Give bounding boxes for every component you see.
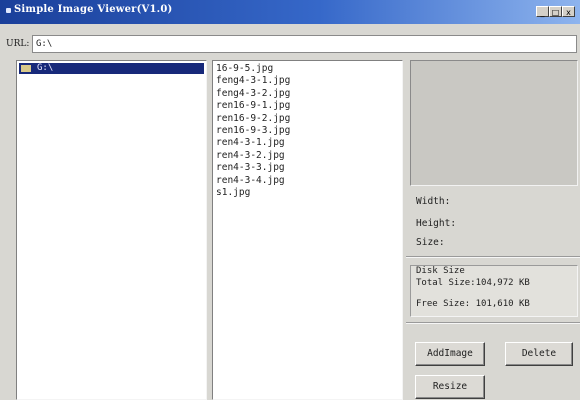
disk-size-group: Disk Size Total Size:104,972 KB Free Siz… <box>410 265 578 317</box>
list-item[interactable]: ren16-9-3.jpg <box>216 125 402 137</box>
url-row: URL: <box>0 32 580 54</box>
list-item[interactable]: feng4-3-1.jpg <box>216 75 402 87</box>
close-button[interactable]: x <box>562 6 575 17</box>
list-item[interactable]: s1.jpg <box>216 187 402 199</box>
minimize-button[interactable]: _ <box>536 6 549 17</box>
list-item[interactable]: ren4-3-4.jpg <box>216 175 402 187</box>
total-size-value: 104,972 KB <box>475 278 530 288</box>
image-preview <box>410 60 578 186</box>
list-item[interactable]: 16-9-5.jpg <box>216 63 402 75</box>
divider <box>406 322 580 324</box>
list-item[interactable]: ren4-3-3.jpg <box>216 162 402 174</box>
url-label: URL: <box>6 39 30 49</box>
total-size-row: Total Size:104,972 KB <box>416 278 530 288</box>
app-icon <box>6 8 11 13</box>
list-item[interactable]: feng4-3-2.jpg <box>216 88 402 100</box>
height-label: Height: <box>416 218 457 229</box>
resize-button[interactable]: Resize <box>415 375 485 399</box>
size-label: Size: <box>416 237 445 248</box>
window-title: Simple Image Viewer(V1.0) <box>14 4 173 15</box>
file-list[interactable]: 16-9-5.jpg feng4-3-1.jpg feng4-3-2.jpg r… <box>212 60 403 400</box>
free-size-value: 101,610 KB <box>475 299 530 309</box>
folder-icon <box>21 65 31 72</box>
disk-size-title: Disk Size <box>416 266 465 276</box>
tree-item-drive[interactable]: G:\ <box>19 63 204 74</box>
file-list-items: 16-9-5.jpg feng4-3-1.jpg feng4-3-2.jpg r… <box>213 61 402 199</box>
tree-item-label: G:\ <box>37 63 54 73</box>
delete-button[interactable]: Delete <box>505 342 573 366</box>
folder-tree[interactable]: G:\ <box>16 60 207 400</box>
title-bar: Simple Image Viewer(V1.0) _ □ x <box>0 0 580 24</box>
free-size-row: Free Size: 101,610 KB <box>416 299 530 309</box>
url-input[interactable] <box>32 35 577 53</box>
total-size-label: Total Size: <box>416 278 476 288</box>
maximize-button[interactable]: □ <box>549 6 562 17</box>
divider <box>406 256 580 258</box>
list-item[interactable]: ren4-3-2.jpg <box>216 150 402 162</box>
width-label: Width: <box>416 196 451 207</box>
add-image-button[interactable]: AddImage <box>415 342 485 366</box>
free-size-label: Free Size: <box>416 299 471 309</box>
list-item[interactable]: ren16-9-2.jpg <box>216 113 402 125</box>
list-item[interactable]: ren16-9-1.jpg <box>216 100 402 112</box>
list-item[interactable]: ren4-3-1.jpg <box>216 137 402 149</box>
